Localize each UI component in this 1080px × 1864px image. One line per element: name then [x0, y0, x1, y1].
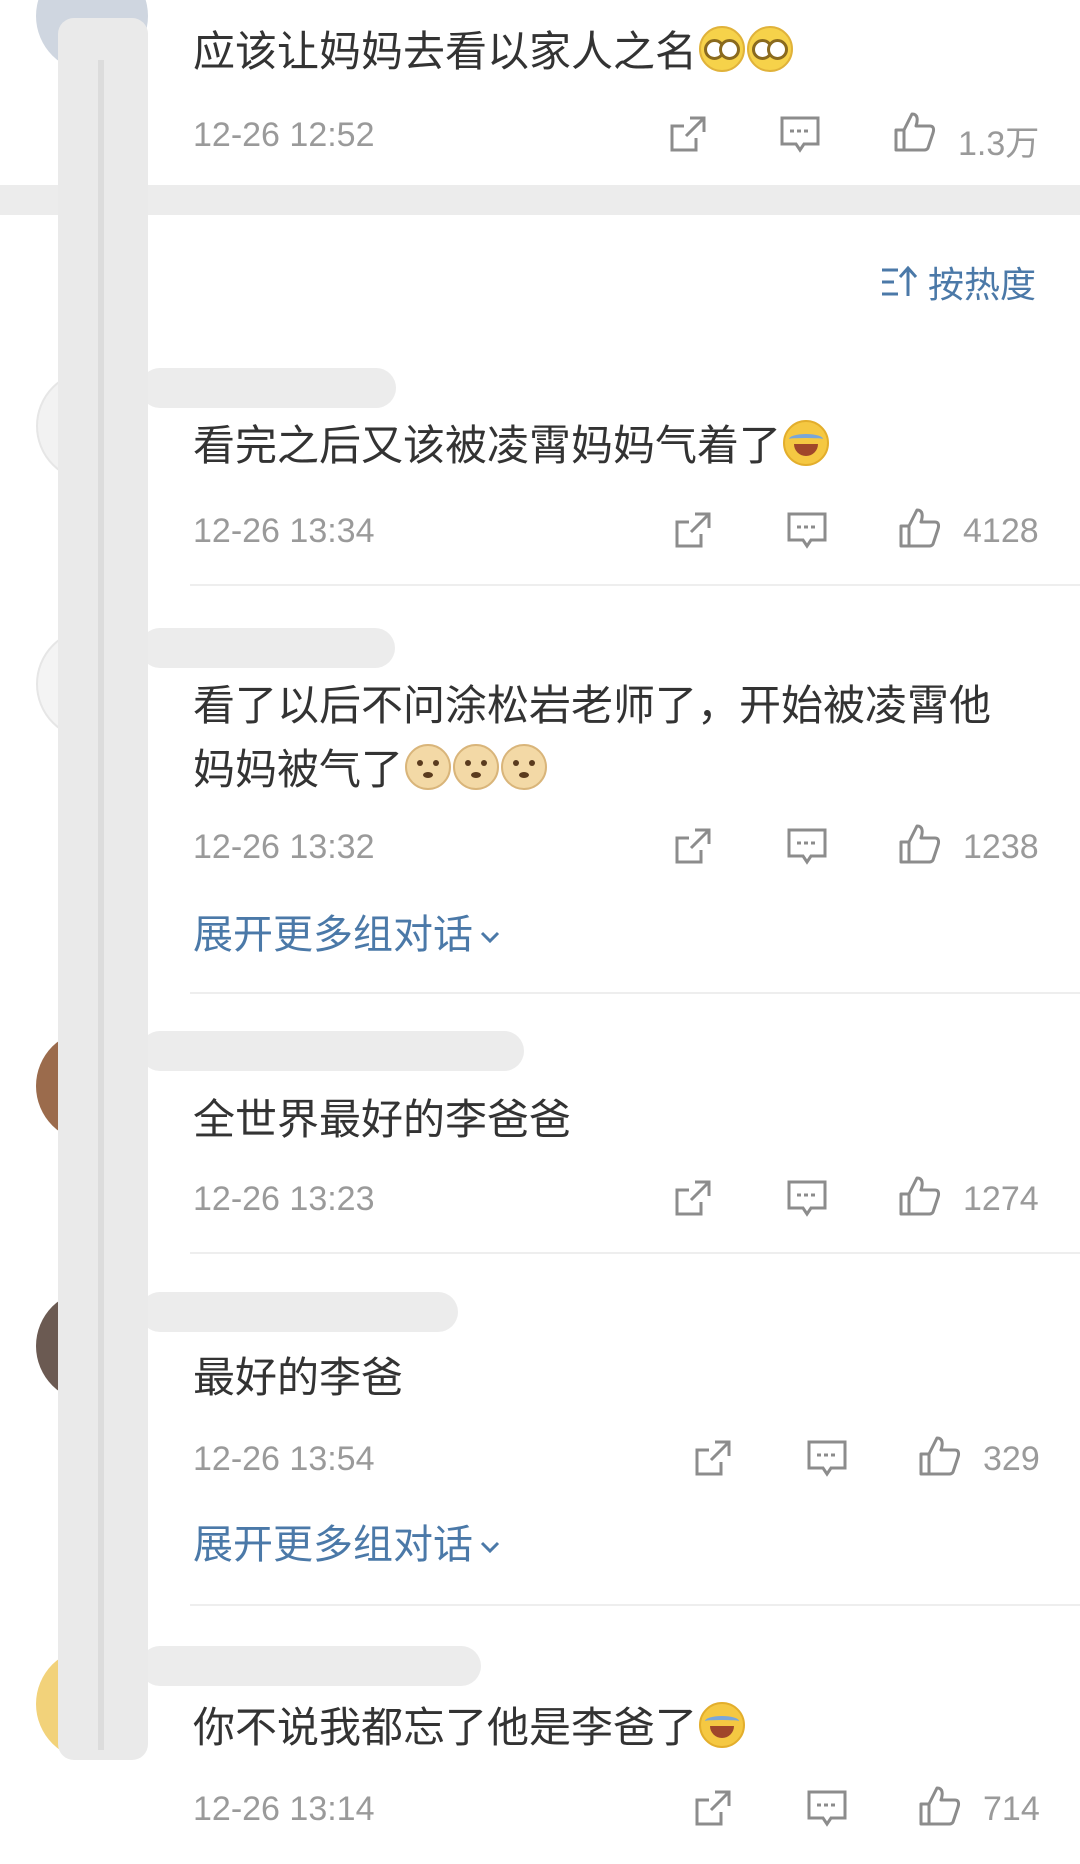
laugh-cry-emoji-icon	[783, 420, 830, 466]
sort-label: 按热度	[927, 265, 1036, 306]
redaction-overlay-line	[98, 60, 104, 1750]
comment-time: 12-26 13:54	[193, 1440, 375, 1478]
thumbs-up-icon[interactable]	[892, 110, 936, 154]
username[interactable]	[140, 628, 395, 668]
comment-icon[interactable]	[785, 824, 829, 868]
thumbs-up-icon[interactable]	[897, 506, 941, 550]
thumbs-up-icon[interactable]	[897, 1174, 941, 1218]
comment-body: 最好的李爸	[193, 1353, 404, 1402]
comment-text: 你不说我都忘了他是李爸了	[193, 1696, 1023, 1760]
comment-text: 看完之后又该被凌霄妈妈气着了	[193, 414, 1023, 478]
like-count: 329	[983, 1440, 1040, 1478]
expand-more-replies-link[interactable]: 展开更多组对话	[193, 902, 503, 960]
expand-label: 展开更多组对话	[193, 912, 473, 958]
repost-icon[interactable]	[671, 824, 715, 868]
repost-icon[interactable]	[691, 1786, 735, 1830]
comment-text: 应该让妈妈去看以家人之名	[193, 20, 1023, 84]
thumbs-up-icon[interactable]	[917, 1784, 961, 1828]
expand-label: 展开更多组对话	[193, 1522, 473, 1568]
username[interactable]	[140, 1646, 481, 1686]
like-count: 1.3万	[958, 125, 1040, 163]
divider	[190, 584, 1080, 586]
comment-time: 12-26 13:14	[193, 1790, 375, 1828]
repost-icon[interactable]	[671, 508, 715, 552]
comment-icon[interactable]	[778, 112, 822, 156]
comment-time: 12-26 12:52	[193, 116, 375, 154]
comment-text: 看了以后不问涂松岩老师了，开始被凌霄他妈妈被气了	[193, 674, 1023, 802]
chevron-down-icon	[480, 931, 500, 944]
comment-time: 12-26 13:32	[193, 828, 375, 866]
like-count: 1238	[963, 828, 1039, 866]
like-count: 4128	[963, 512, 1039, 550]
like-count: 1274	[963, 1180, 1039, 1218]
comment-body: 全世界最好的李爸爸	[193, 1095, 572, 1144]
divider	[190, 992, 1080, 994]
comment-text: 全世界最好的李爸爸	[193, 1088, 1023, 1152]
username[interactable]	[140, 368, 396, 408]
glasses-face-emoji-icon	[747, 26, 794, 72]
username[interactable]	[140, 1292, 458, 1332]
doge-emoji-icon	[405, 744, 452, 790]
like-count: 714	[983, 1790, 1040, 1828]
doge-emoji-icon	[501, 744, 548, 790]
comment-time: 12-26 13:34	[193, 512, 375, 550]
divider	[190, 1252, 1080, 1254]
repost-icon[interactable]	[671, 1176, 715, 1220]
comment-body: 看完之后又该被凌霄妈妈气着了	[193, 421, 782, 470]
doge-emoji-icon	[453, 744, 500, 790]
repost-icon[interactable]	[666, 112, 710, 156]
divider	[190, 1604, 1080, 1606]
comment-body: 你不说我都忘了他是李爸了	[193, 1703, 698, 1752]
comment-icon[interactable]	[805, 1786, 849, 1830]
comment-body: 应该让妈妈去看以家人之名	[193, 27, 698, 76]
chevron-down-icon	[480, 1541, 500, 1554]
repost-icon[interactable]	[691, 1436, 735, 1480]
laugh-cry-emoji-icon	[699, 1702, 746, 1748]
comment-icon[interactable]	[785, 508, 829, 552]
sort-button[interactable]: 按热度	[880, 256, 1036, 308]
thumbs-up-icon[interactable]	[917, 1434, 961, 1478]
sort-icon	[881, 265, 918, 296]
expand-more-replies-link[interactable]: 展开更多组对话	[193, 1512, 503, 1570]
comment-icon[interactable]	[785, 1176, 829, 1220]
comment-text: 最好的李爸	[193, 1346, 1023, 1410]
section-separator	[0, 185, 1080, 215]
username[interactable]	[140, 1031, 524, 1071]
thumbs-up-icon[interactable]	[897, 822, 941, 866]
comment-time: 12-26 13:23	[193, 1180, 375, 1218]
comment-body: 看了以后不问涂松岩老师了，开始被凌霄他妈妈被气了	[193, 681, 992, 794]
comment-icon[interactable]	[805, 1436, 849, 1480]
glasses-face-emoji-icon	[699, 26, 746, 72]
